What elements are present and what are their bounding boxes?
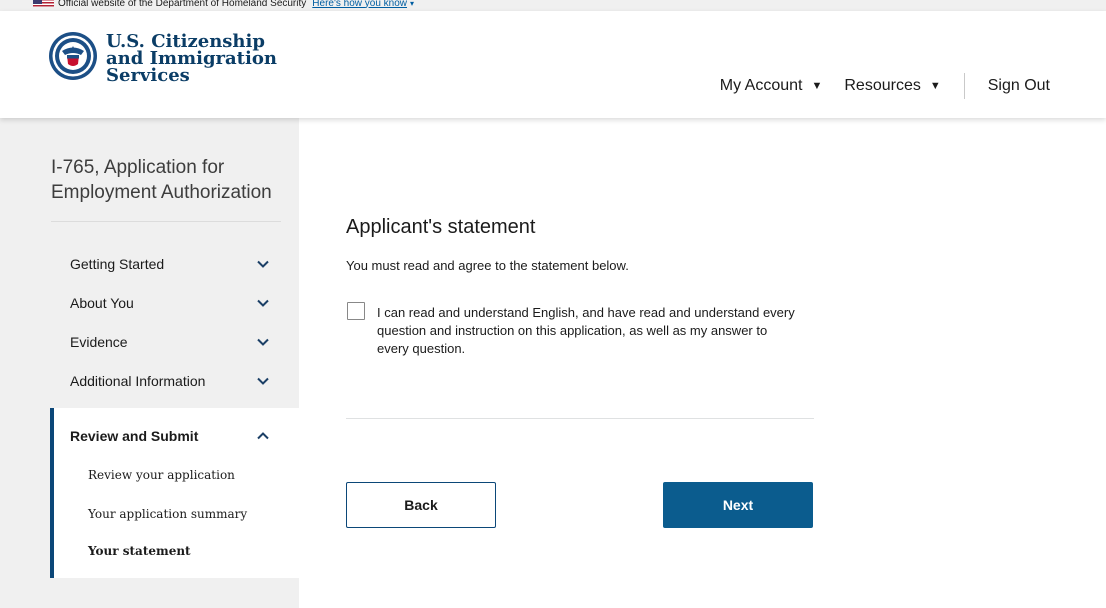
chevron-down-icon[interactable]: ▾ [410, 0, 414, 8]
nav-divider [963, 73, 965, 99]
caret-down-icon: ▼ [811, 80, 823, 92]
resources-menu[interactable]: Resources ▼ [844, 77, 940, 95]
header-nav: My Account ▼ Resources ▼ Sign Out [720, 73, 1050, 99]
caret-down-icon: ▼ [929, 80, 941, 92]
sign-out-link[interactable]: Sign Out [988, 77, 1050, 95]
dhs-seal-icon[interactable] [48, 31, 98, 81]
us-flag-icon [33, 0, 54, 7]
sidebar-divider [51, 221, 281, 222]
sidebar-item-label: Additional Information [70, 373, 206, 389]
sidebar: I-765, Application for Employment Author… [0, 118, 299, 608]
next-button[interactable]: Next [663, 482, 813, 528]
back-button[interactable]: Back [346, 482, 496, 528]
sidebar-item-additional-information[interactable]: Additional Information [70, 373, 270, 389]
chevron-down-icon [257, 299, 269, 307]
resources-label: Resources [844, 77, 921, 94]
chevron-down-icon [257, 260, 269, 268]
heres-how-you-know-link[interactable]: Here's how you know [312, 0, 407, 9]
agency-name[interactable]: U.S. Citizenship and Immigration Service… [106, 33, 277, 86]
sidebar-item-evidence[interactable]: Evidence [70, 334, 270, 350]
page-title: Applicant's statement [346, 216, 536, 238]
chevron-up-icon [257, 432, 269, 440]
sidebar-item-about-you[interactable]: About You [70, 295, 270, 311]
chevron-down-icon [257, 377, 269, 385]
sidebar-item-label: Evidence [70, 334, 128, 350]
agree-checkbox[interactable] [347, 302, 365, 320]
sidebar-item-label: Review and Submit [70, 428, 199, 444]
chevron-down-icon [257, 338, 269, 346]
gov-banner: Official website of the Department of Ho… [0, 0, 1106, 11]
form-title: I-765, Application for Employment Author… [51, 157, 272, 203]
sidebar-item-review-and-submit[interactable]: Review and Submit [70, 428, 270, 444]
site-header: U.S. Citizenship and Immigration Service… [0, 11, 1106, 118]
sidebar-section-review-and-submit: Review and Submit Review your applicatio… [50, 408, 299, 578]
my-account-menu[interactable]: My Account ▼ [720, 77, 823, 95]
agency-line-3: Services [106, 65, 190, 86]
content-divider [346, 418, 814, 419]
sidebar-item-label: About You [70, 295, 134, 311]
sidebar-item-label: Getting Started [70, 256, 165, 272]
my-account-label: My Account [719, 77, 803, 94]
statement-text[interactable]: I can read and understand English, and h… [377, 304, 797, 358]
sidebar-item-getting-started[interactable]: Getting Started [70, 256, 270, 272]
sidebar-subitem-review-your-application[interactable]: Review your application [88, 468, 235, 482]
intro-text: You must read and agree to the statement… [346, 258, 629, 273]
sidebar-subitem-your-application-summary[interactable]: Your application summary [88, 507, 247, 521]
sidebar-subitem-your-statement[interactable]: Your statement [88, 544, 191, 558]
gov-banner-text: Official website of the Department of Ho… [58, 0, 307, 9]
